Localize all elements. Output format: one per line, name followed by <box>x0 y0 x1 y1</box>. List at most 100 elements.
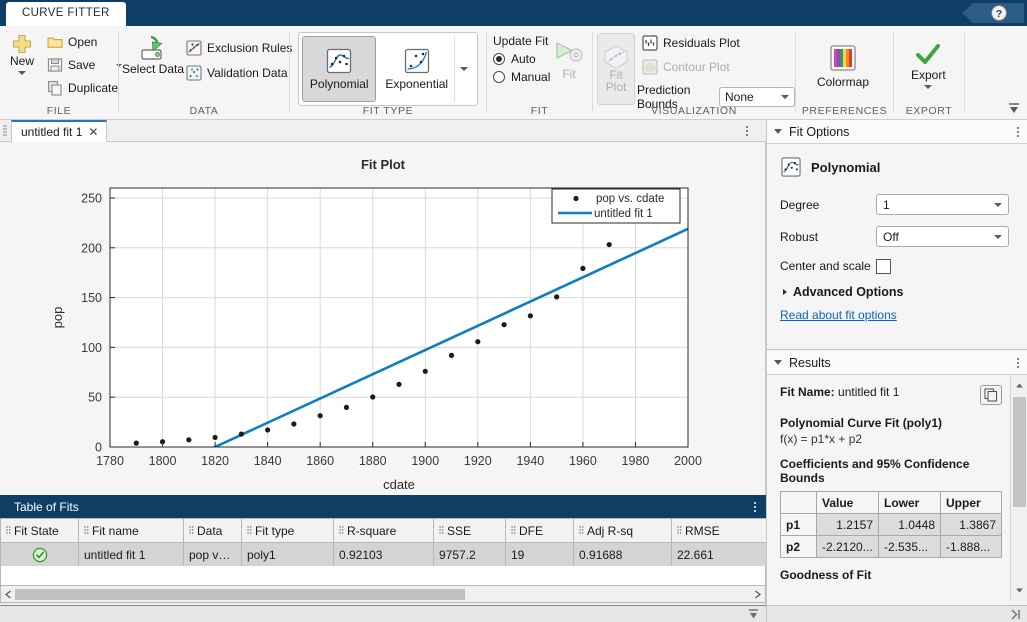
colormap-button[interactable]: Colormap <box>810 40 876 92</box>
scroll-right-icon[interactable] <box>753 590 762 599</box>
chevron-down-icon[interactable] <box>18 71 26 75</box>
validation-data-button[interactable]: Validation Data <box>181 63 297 83</box>
center-scale-row: Center and scale <box>780 256 1015 276</box>
center-scale-label: Center and scale <box>780 259 876 273</box>
collapse-panel-icon[interactable] <box>747 608 760 621</box>
close-icon[interactable]: ✕ <box>88 126 98 138</box>
export-button[interactable]: Export <box>904 39 953 92</box>
robust-select[interactable]: Off <box>876 226 1009 247</box>
fit-type-exponential[interactable]: Exponential <box>379 36 453 102</box>
scroll-up-icon[interactable] <box>1015 381 1024 390</box>
fit-name-label: Fit Name: <box>780 385 835 399</box>
table-status-bar <box>0 605 766 622</box>
scrollbar-thumb[interactable] <box>1013 397 1026 507</box>
fit-type-more-button[interactable] <box>454 36 474 102</box>
contour-plot-icon <box>642 59 658 75</box>
table-horizontal-scrollbar[interactable] <box>0 586 766 603</box>
fit-plot-toggle[interactable]: Fit Plot <box>597 33 635 105</box>
table-of-fits-menu[interactable] <box>754 502 756 512</box>
collapse-ribbon-button[interactable] <box>1007 102 1021 116</box>
help-button[interactable]: ? <box>961 2 1025 24</box>
check-circle-icon <box>32 547 48 563</box>
ribbon-separator <box>964 32 965 112</box>
fit-type-polynomial[interactable]: Polynomial <box>302 36 376 102</box>
open-button[interactable]: Open <box>42 32 127 52</box>
new-button[interactable]: New <box>4 31 40 78</box>
svg-text:1860: 1860 <box>306 454 334 468</box>
coef-row-p2: p2 -2.2120... -2.535... -1.888... <box>781 536 1002 558</box>
col-fit-type[interactable]: Fit type <box>242 519 334 543</box>
duplicate-button[interactable]: Duplicate <box>42 78 127 98</box>
table-of-fits-table: Fit State Fit name Data Fit type R-squar… <box>0 518 767 567</box>
column-grip-icon <box>189 526 194 536</box>
select-data-button[interactable]: Select Data <box>127 32 179 79</box>
table-row[interactable]: untitled fit 1 pop vs.... poly1 0.92103 … <box>1 543 767 567</box>
coef-value-p1: 1.2157 <box>817 514 879 536</box>
colormap-icon <box>828 43 858 73</box>
fit-name-value: untitled fit 1 <box>838 385 899 399</box>
advanced-options-toggle[interactable]: Advanced Options <box>783 285 1015 299</box>
column-grip-icon <box>439 526 444 536</box>
tab-curve-fitter[interactable]: CURVE FITTER <box>6 2 126 26</box>
col-fit-state[interactable]: Fit State <box>1 519 79 543</box>
residuals-plot-button[interactable]: Residuals Plot <box>637 33 795 53</box>
degree-select[interactable]: 1 <box>876 194 1009 215</box>
column-grip-icon <box>6 526 11 536</box>
radio-manual[interactable]: Manual <box>493 70 550 84</box>
cell-fit-name: untitled fit 1 <box>79 543 184 567</box>
document-tab-untitled-fit-1[interactable]: untitled fit 1 ✕ <box>11 120 107 142</box>
results-body: Fit Name: untitled fit 1 Polynomial Curv… <box>767 375 1010 601</box>
fit-options-model: Polynomial <box>780 156 1015 178</box>
right-pane: Fit Options Polynomial Degree <box>767 120 1027 622</box>
col-dfe[interactable]: DFE <box>506 519 574 543</box>
col-label: Fit type <box>255 524 294 538</box>
center-and-scale-checkbox[interactable] <box>876 259 891 274</box>
scrollbar-thumb[interactable] <box>15 589 465 600</box>
svg-text:1940: 1940 <box>516 454 544 468</box>
document-overflow-menu[interactable] <box>746 126 748 136</box>
ribbon-group-visualization: Fit Plot Residuals Plot <box>593 26 795 120</box>
col-r-square[interactable]: R-square <box>334 519 434 543</box>
prediction-bounds-value: None <box>725 90 754 104</box>
prediction-bounds-select[interactable]: None <box>719 87 795 107</box>
exclusion-rules-icon <box>186 40 202 56</box>
coef-value-p2: -2.2120... <box>817 536 879 558</box>
fit-options-menu[interactable] <box>1017 127 1019 137</box>
radio-manual-label: Manual <box>511 70 550 84</box>
results-panel: Results Fit Name: untitled fit 1 <box>767 351 1027 622</box>
collapse-chevron-icon[interactable] <box>774 360 782 365</box>
fit-button[interactable]: Fit <box>549 36 589 84</box>
export-chevron-down-icon[interactable] <box>924 85 932 89</box>
results-menu[interactable] <box>1017 358 1019 368</box>
collapse-chevron-icon[interactable] <box>774 129 782 134</box>
read-about-fit-options-link[interactable]: Read about fit options <box>780 308 897 322</box>
scroll-left-icon[interactable] <box>4 590 13 599</box>
exclusion-rules-button[interactable]: Exclusion Rules <box>181 38 297 58</box>
col-label: Adj R-sq <box>587 524 633 538</box>
col-fit-name[interactable]: Fit name <box>79 519 184 543</box>
results-vertical-scrollbar[interactable] <box>1010 375 1027 601</box>
coef-row-p1: p1 1.2157 1.0448 1.3867 <box>781 514 1002 536</box>
drag-grip-icon[interactable] <box>3 125 7 137</box>
save-disk-icon <box>47 57 63 73</box>
col-data[interactable]: Data <box>184 519 242 543</box>
advanced-options-label: Advanced Options <box>793 285 903 299</box>
radio-auto[interactable]: Auto <box>493 52 550 66</box>
col-rmse[interactable]: RMSE <box>672 519 767 543</box>
update-fit-controls: Update Fit Auto Manual <box>493 34 550 84</box>
cell-adj-r-sq: 0.91688 <box>574 543 672 567</box>
column-grip-icon <box>579 526 584 536</box>
col-adj-r-sq[interactable]: Adj R-sq <box>574 519 672 543</box>
scroll-down-icon[interactable] <box>1015 586 1024 595</box>
svg-text:100: 100 <box>81 341 102 355</box>
colormap-label: Colormap <box>817 75 869 89</box>
copy-results-button[interactable] <box>980 385 1002 405</box>
save-button[interactable]: Save <box>42 55 127 75</box>
expand-right-icon[interactable] <box>1009 608 1022 621</box>
group-label-visualization: VISUALIZATION <box>593 105 795 117</box>
ribbon-group-fit-type: Polynomial Exponential FIT TYPE <box>290 26 486 120</box>
fit-type-polynomial-label: Polynomial <box>310 77 369 91</box>
coef-lower-p1: 1.0448 <box>879 514 941 536</box>
col-sse[interactable]: SSE <box>434 519 506 543</box>
fit-plot-svg[interactable]: 1780180018201840186018801900192019401960… <box>0 142 766 495</box>
